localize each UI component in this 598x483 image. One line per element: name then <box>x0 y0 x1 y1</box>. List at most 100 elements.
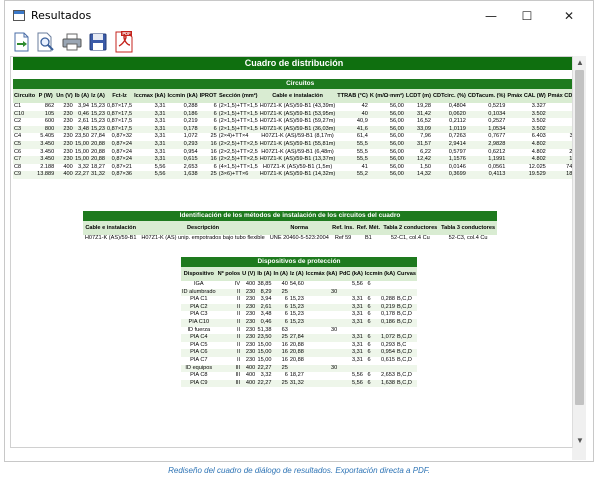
circuitos-cell: H07Z1-K (AS)/59-B1 (43,39m) <box>258 103 337 111</box>
circuitos-cell: 19.529 <box>506 171 547 179</box>
circuitos-cell: 2,653 <box>166 163 199 172</box>
proteccion-cell: 5,56 <box>338 281 364 289</box>
circuitos-cell: H07Z1-K (AS)/59-B1 (53,95m) <box>258 110 337 119</box>
circuitos-cell: C6 <box>13 148 37 157</box>
circuitos-cell: 3,31 <box>133 140 167 149</box>
circuitos-header-cell: Sección (mm²) <box>217 89 259 103</box>
preview-icon[interactable] <box>35 31 57 53</box>
minimize-button[interactable]: — <box>473 1 509 31</box>
proteccion-cell <box>304 318 339 327</box>
installation-methods-title: Identificación de los métodos de instala… <box>83 211 497 221</box>
circuitos-cell: (3×6)+TT×6 <box>217 171 259 179</box>
circuitos-cell: 0,87×36 <box>106 171 134 179</box>
identificacion-header-cell: Ref. Mét. <box>355 221 382 235</box>
proteccion-cell: 400 <box>241 281 257 289</box>
proteccion-cell: III <box>216 372 242 380</box>
circuitos-cell: 1,0119 <box>432 125 467 134</box>
proteccion-cell <box>396 288 417 297</box>
proteccion-cell: 25 <box>272 364 289 373</box>
proteccion-cell: 22,27 <box>256 379 273 388</box>
proteccion-cell: 6 <box>272 372 289 380</box>
scroll-up-icon[interactable]: ▲ <box>573 56 587 70</box>
figure-caption: Rediseño del cuadro de diálogo de result… <box>168 466 430 475</box>
proteccion-cell: 15,00 <box>256 341 273 350</box>
proteccion-cell: II <box>216 311 242 319</box>
circuitos-cell: 18,27 <box>90 163 107 172</box>
circuitos-cell: (2×2,5)+TT×2,5 <box>217 140 259 149</box>
proteccion-cell <box>304 349 339 357</box>
proteccion-cell: III <box>216 364 242 373</box>
circuitos-cell: 6 <box>198 118 218 126</box>
circuitos-cell: 3,31 <box>133 103 167 111</box>
circuitos-cell: 1,50 <box>404 163 432 172</box>
circuitos-cell: 0,87×17,5 <box>106 103 134 111</box>
circuits-header-row: Circuito P (W) Un (V) Ib (A) Iz (A) Fct-Iz Icc… <box>13 89 575 103</box>
circuitos-row: C3 800 230 3,48 15,23 0,87×17,5 3,31 0,178 6 (2×1… <box>13 125 575 134</box>
circuitos-cell: 20,88 <box>90 148 107 157</box>
circuitos-cell: 0,615 <box>166 156 199 164</box>
circuitos-cell: 22,27 <box>73 171 91 179</box>
circuitos-cell: 3,31 <box>133 125 167 134</box>
identificacion-cell: H07Z1-K (AS)/59-B1 <box>83 235 139 243</box>
proteccion-cell: 230 <box>241 303 257 312</box>
proteccion-cell: 27,84 <box>288 334 305 342</box>
maximize-button[interactable]: ☐ <box>509 1 545 31</box>
save-icon[interactable] <box>87 31 109 53</box>
export-icon[interactable] <box>11 31 33 53</box>
circuitos-header-cell: Iccmin (kA) <box>166 89 199 103</box>
protection-devices-header-row: Dispositivo Nº polos U (V) Ib (A) In (A) Iz (… <box>181 267 417 281</box>
proteccion-cell: 230 <box>241 288 257 297</box>
circuitos-row: C10 105 230 0,46 15,23 0,87×17,5 3,31 0,186 6 (2×… <box>13 110 575 119</box>
close-button[interactable]: ✕ <box>551 1 587 31</box>
proteccion-cell: 6 <box>363 311 372 319</box>
proteccion-cell: II <box>216 318 242 327</box>
proteccion-row: PIA C4 II 230 23,50 25 27,84 3,31 6 1,072 B,C,D <box>181 334 417 342</box>
installation-methods-body: H07Z1-K (AS)/59-B1 H07Z1-K (AS) unip. emp… <box>83 235 497 243</box>
circuitos-cell: 15,00 <box>73 140 91 149</box>
circuitos-cell: 0,5219 <box>466 103 507 111</box>
proteccion-cell: B,C,D <box>396 311 417 319</box>
proteccion-cell: 3,31 <box>338 356 364 365</box>
circuitos-cell: 3,31 <box>133 156 167 164</box>
circuitos-cell: 15,23 <box>90 103 107 111</box>
scroll-thumb[interactable] <box>575 70 584 405</box>
vertical-scrollbar[interactable]: ▲ ▼ <box>572 56 586 448</box>
proteccion-cell: 5,56 <box>338 372 364 380</box>
proteccion-cell: 20,88 <box>288 341 305 350</box>
circuitos-cell: (2×1,5)+TT×1,5 <box>217 103 259 111</box>
proteccion-cell: 3,31 <box>338 341 364 350</box>
circuitos-header-cell: IPROT <box>198 89 218 103</box>
print-icon[interactable] <box>61 31 83 53</box>
proteccion-cell: 0,178 <box>371 311 396 319</box>
circuitos-cell: 0,87×24 <box>106 140 134 149</box>
proteccion-cell <box>396 281 417 289</box>
identificacion-cell: B1 <box>355 235 382 243</box>
proteccion-cell: PIA C3 <box>181 311 217 319</box>
resize-grip-icon[interactable] <box>572 448 586 460</box>
circuitos-header-cell: Iz (A) <box>90 89 107 103</box>
proteccion-cell: 25 <box>272 379 289 388</box>
scroll-down-icon[interactable]: ▼ <box>573 434 587 448</box>
report-view[interactable]: Cuadro de distribución Circuitos Circuit… <box>10 56 576 448</box>
circuitos-cell: 56,00 <box>368 140 405 149</box>
circuitos-cell: 0,2527 <box>466 118 507 126</box>
proteccion-cell: 230 <box>241 326 257 335</box>
proteccion-cell: 0,954 <box>371 349 396 357</box>
circuitos-cell: 6,22 <box>404 148 432 157</box>
proteccion-cell: 6 <box>363 372 372 380</box>
circuitos-cell: (2×2,5)+TT×2,5 <box>217 156 259 164</box>
circuitos-cell: 3.450 <box>36 156 56 164</box>
pdf-icon[interactable]: PDF <box>113 31 135 53</box>
proteccion-cell: 230 <box>241 341 257 350</box>
proteccion-cell <box>304 296 339 304</box>
proteccion-cell: 1,638 <box>371 379 396 388</box>
circuitos-cell: 14,32 <box>404 171 432 179</box>
proteccion-cell: 30 <box>304 364 339 373</box>
proteccion-cell: B,C <box>396 341 417 350</box>
proteccion-cell <box>304 334 339 342</box>
proteccion-cell <box>371 288 396 297</box>
proteccion-cell: II <box>216 288 242 297</box>
circuitos-row: C2 600 230 2,61 15,23 0,87×17,5 3,31 0,219 6 (2×1… <box>13 118 575 126</box>
circuitos-cell: C1 <box>13 103 37 111</box>
circuitos-row: C6 3.450 230 15,00 20,88 0,87×24 3,31 0,954 16 (2… <box>13 148 575 157</box>
